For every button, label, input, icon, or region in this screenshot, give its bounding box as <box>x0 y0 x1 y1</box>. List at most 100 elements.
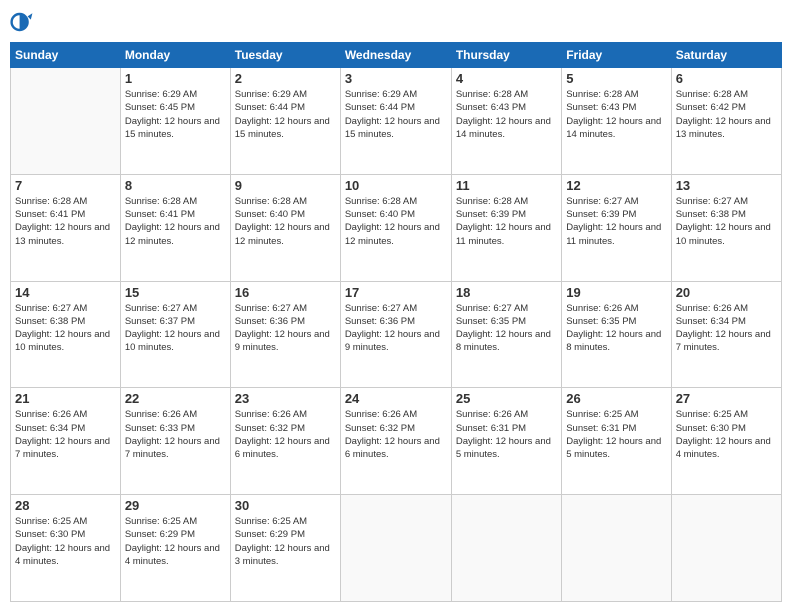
table-row: 11 Sunrise: 6:28 AM Sunset: 6:39 PM Dayli… <box>451 174 561 281</box>
col-sunday: Sunday <box>11 43 121 68</box>
table-row: 17 Sunrise: 6:27 AM Sunset: 6:36 PM Dayli… <box>340 281 451 388</box>
day-number: 7 <box>15 178 116 193</box>
table-row: 22 Sunrise: 6:26 AM Sunset: 6:33 PM Dayli… <box>120 388 230 495</box>
logo <box>10 10 38 34</box>
table-row: 8 Sunrise: 6:28 AM Sunset: 6:41 PM Daylig… <box>120 174 230 281</box>
col-thursday: Thursday <box>451 43 561 68</box>
table-row: 23 Sunrise: 6:26 AM Sunset: 6:32 PM Dayli… <box>230 388 340 495</box>
day-info: Sunrise: 6:27 AM Sunset: 6:39 PM Dayligh… <box>566 195 666 248</box>
day-number: 16 <box>235 285 336 300</box>
table-row: 10 Sunrise: 6:28 AM Sunset: 6:40 PM Dayli… <box>340 174 451 281</box>
table-row <box>11 68 121 175</box>
table-row: 20 Sunrise: 6:26 AM Sunset: 6:34 PM Dayli… <box>671 281 781 388</box>
day-number: 4 <box>456 71 557 86</box>
table-row <box>451 495 561 602</box>
day-info: Sunrise: 6:28 AM Sunset: 6:43 PM Dayligh… <box>456 88 557 141</box>
day-info: Sunrise: 6:26 AM Sunset: 6:33 PM Dayligh… <box>125 408 226 461</box>
table-row: 6 Sunrise: 6:28 AM Sunset: 6:42 PM Daylig… <box>671 68 781 175</box>
day-number: 2 <box>235 71 336 86</box>
table-row: 28 Sunrise: 6:25 AM Sunset: 6:30 PM Dayli… <box>11 495 121 602</box>
day-number: 1 <box>125 71 226 86</box>
day-number: 21 <box>15 391 116 406</box>
day-info: Sunrise: 6:25 AM Sunset: 6:29 PM Dayligh… <box>125 515 226 568</box>
day-number: 28 <box>15 498 116 513</box>
day-info: Sunrise: 6:28 AM Sunset: 6:41 PM Dayligh… <box>125 195 226 248</box>
day-number: 30 <box>235 498 336 513</box>
day-number: 5 <box>566 71 666 86</box>
day-number: 11 <box>456 178 557 193</box>
day-info: Sunrise: 6:27 AM Sunset: 6:36 PM Dayligh… <box>235 302 336 355</box>
day-number: 10 <box>345 178 447 193</box>
table-row: 4 Sunrise: 6:28 AM Sunset: 6:43 PM Daylig… <box>451 68 561 175</box>
col-friday: Friday <box>562 43 671 68</box>
table-row: 18 Sunrise: 6:27 AM Sunset: 6:35 PM Dayli… <box>451 281 561 388</box>
table-row: 19 Sunrise: 6:26 AM Sunset: 6:35 PM Dayli… <box>562 281 671 388</box>
day-info: Sunrise: 6:28 AM Sunset: 6:43 PM Dayligh… <box>566 88 666 141</box>
day-number: 19 <box>566 285 666 300</box>
day-number: 3 <box>345 71 447 86</box>
day-number: 25 <box>456 391 557 406</box>
day-number: 17 <box>345 285 447 300</box>
day-number: 14 <box>15 285 116 300</box>
col-monday: Monday <box>120 43 230 68</box>
table-row <box>671 495 781 602</box>
day-number: 8 <box>125 178 226 193</box>
table-row: 24 Sunrise: 6:26 AM Sunset: 6:32 PM Dayli… <box>340 388 451 495</box>
day-number: 24 <box>345 391 447 406</box>
day-info: Sunrise: 6:28 AM Sunset: 6:39 PM Dayligh… <box>456 195 557 248</box>
day-info: Sunrise: 6:25 AM Sunset: 6:29 PM Dayligh… <box>235 515 336 568</box>
day-number: 13 <box>676 178 777 193</box>
day-number: 27 <box>676 391 777 406</box>
table-row: 25 Sunrise: 6:26 AM Sunset: 6:31 PM Dayli… <box>451 388 561 495</box>
day-number: 6 <box>676 71 777 86</box>
day-info: Sunrise: 6:25 AM Sunset: 6:30 PM Dayligh… <box>676 408 777 461</box>
day-info: Sunrise: 6:29 AM Sunset: 6:45 PM Dayligh… <box>125 88 226 141</box>
day-number: 12 <box>566 178 666 193</box>
day-info: Sunrise: 6:28 AM Sunset: 6:40 PM Dayligh… <box>345 195 447 248</box>
table-row: 9 Sunrise: 6:28 AM Sunset: 6:40 PM Daylig… <box>230 174 340 281</box>
day-info: Sunrise: 6:25 AM Sunset: 6:30 PM Dayligh… <box>15 515 116 568</box>
day-info: Sunrise: 6:28 AM Sunset: 6:41 PM Dayligh… <box>15 195 116 248</box>
day-info: Sunrise: 6:27 AM Sunset: 6:37 PM Dayligh… <box>125 302 226 355</box>
day-info: Sunrise: 6:26 AM Sunset: 6:31 PM Dayligh… <box>456 408 557 461</box>
day-number: 22 <box>125 391 226 406</box>
table-row: 15 Sunrise: 6:27 AM Sunset: 6:37 PM Dayli… <box>120 281 230 388</box>
day-info: Sunrise: 6:26 AM Sunset: 6:32 PM Dayligh… <box>345 408 447 461</box>
col-saturday: Saturday <box>671 43 781 68</box>
day-info: Sunrise: 6:26 AM Sunset: 6:34 PM Dayligh… <box>15 408 116 461</box>
day-info: Sunrise: 6:27 AM Sunset: 6:36 PM Dayligh… <box>345 302 447 355</box>
table-row: 5 Sunrise: 6:28 AM Sunset: 6:43 PM Daylig… <box>562 68 671 175</box>
day-number: 18 <box>456 285 557 300</box>
day-number: 26 <box>566 391 666 406</box>
table-row <box>340 495 451 602</box>
day-number: 9 <box>235 178 336 193</box>
day-info: Sunrise: 6:27 AM Sunset: 6:35 PM Dayligh… <box>456 302 557 355</box>
day-info: Sunrise: 6:26 AM Sunset: 6:32 PM Dayligh… <box>235 408 336 461</box>
table-row: 7 Sunrise: 6:28 AM Sunset: 6:41 PM Daylig… <box>11 174 121 281</box>
table-row: 29 Sunrise: 6:25 AM Sunset: 6:29 PM Dayli… <box>120 495 230 602</box>
table-row: 26 Sunrise: 6:25 AM Sunset: 6:31 PM Dayli… <box>562 388 671 495</box>
day-info: Sunrise: 6:28 AM Sunset: 6:42 PM Dayligh… <box>676 88 777 141</box>
table-row: 13 Sunrise: 6:27 AM Sunset: 6:38 PM Dayli… <box>671 174 781 281</box>
calendar: Sunday Monday Tuesday Wednesday Thursday… <box>10 42 782 602</box>
table-row: 16 Sunrise: 6:27 AM Sunset: 6:36 PM Dayli… <box>230 281 340 388</box>
table-row: 3Sunrise: 6:29 AM Sunset: 6:44 PM Daylig… <box>340 68 451 175</box>
table-row: 30 Sunrise: 6:25 AM Sunset: 6:29 PM Dayli… <box>230 495 340 602</box>
day-number: 20 <box>676 285 777 300</box>
col-wednesday: Wednesday <box>340 43 451 68</box>
day-info: Sunrise: 6:26 AM Sunset: 6:35 PM Dayligh… <box>566 302 666 355</box>
table-row: 27 Sunrise: 6:25 AM Sunset: 6:30 PM Dayli… <box>671 388 781 495</box>
day-info: Sunrise: 6:27 AM Sunset: 6:38 PM Dayligh… <box>676 195 777 248</box>
day-number: 23 <box>235 391 336 406</box>
table-row: 2 Sunrise: 6:29 AM Sunset: 6:44 PM Daylig… <box>230 68 340 175</box>
table-row <box>562 495 671 602</box>
day-number: 15 <box>125 285 226 300</box>
table-row: 21 Sunrise: 6:26 AM Sunset: 6:34 PM Dayli… <box>11 388 121 495</box>
day-info: Sunrise: 6:28 AM Sunset: 6:40 PM Dayligh… <box>235 195 336 248</box>
day-info: Sunrise: 6:29 AM Sunset: 6:44 PM Dayligh… <box>235 88 336 141</box>
day-info: Sunrise: 6:26 AM Sunset: 6:34 PM Dayligh… <box>676 302 777 355</box>
day-info: Sunrise: 6:27 AM Sunset: 6:38 PM Dayligh… <box>15 302 116 355</box>
day-info: Sunrise: 6:25 AM Sunset: 6:31 PM Dayligh… <box>566 408 666 461</box>
day-number: 29 <box>125 498 226 513</box>
col-tuesday: Tuesday <box>230 43 340 68</box>
